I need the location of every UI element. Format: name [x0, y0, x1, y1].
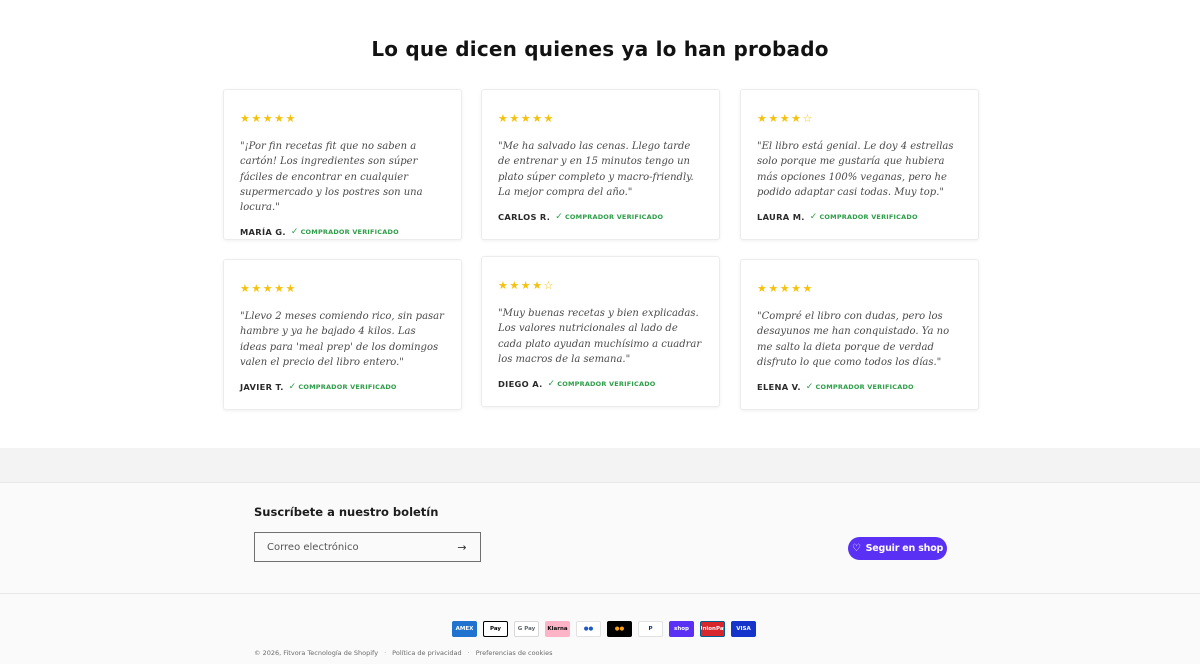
payment-methods: AMEX Pay G Pay Klarna ●● ●● P shop Union…: [452, 621, 756, 637]
arrow-right-icon: →: [457, 540, 467, 554]
check-icon: ✓: [805, 382, 814, 393]
newsletter-title: Suscríbete a nuestro boletín: [254, 505, 439, 519]
review-author-row: LAURA M. ✓ COMPRADOR VERIFICADO: [757, 211, 962, 223]
check-icon: ✓: [288, 382, 297, 393]
review-quote: "El libro está genial. Le doy 4 estrella…: [757, 141, 954, 198]
review-card: ★★★★☆ "Muy buenas recetas y bien explica…: [481, 256, 720, 407]
verified-label: COMPRADOR VERIFICADO: [564, 213, 664, 222]
verified-badge: ✓ COMPRADOR VERIFICADO: [291, 227, 399, 237]
review-card: ★★★★★ "Compré el libro con dudas, pero l…: [740, 259, 979, 410]
heart-icon: ♡: [851, 543, 861, 554]
visa-icon: VISA: [731, 621, 756, 637]
verified-label: COMPRADOR VERIFICADO: [300, 228, 399, 237]
privacy-policy-link[interactable]: Política de privacidad: [392, 649, 462, 657]
review-author-row: DIEGO A. ✓ COMPRADOR VERIFICADO: [498, 378, 703, 390]
mastercard-icon: ●●: [607, 621, 632, 637]
review-author-row: CARLOS R. ✓ COMPRADOR VERIFICADO: [498, 211, 703, 223]
reviews-section: Lo que dicen quienes ya lo han probado ★…: [0, 0, 1200, 448]
klarna-icon: Klarna: [545, 621, 570, 637]
check-icon: ✓: [809, 212, 818, 223]
footer-legal: © 2026, Fitvora Tecnología de Shopify · …: [254, 649, 553, 657]
review-quote: "Muy buenas recetas y bien explicadas. L…: [498, 308, 702, 365]
cookie-preferences-link[interactable]: Preferencias de cookies: [476, 649, 553, 657]
star-rating: ★★★★☆: [757, 112, 814, 125]
review-card: ★★★★★ "Me ha salvado las cenas. Llego ta…: [481, 89, 720, 240]
review-quote: "Compré el libro con dudas, pero los des…: [757, 311, 950, 368]
check-icon: ✓: [555, 212, 563, 223]
newsletter-submit-button[interactable]: →: [454, 539, 470, 555]
review-card: ★★★★★ "Llevo 2 meses comiendo rico, sin …: [223, 259, 462, 410]
check-icon: ✓: [547, 379, 556, 390]
apple-pay-icon: Pay: [483, 621, 508, 637]
verified-badge: ✓ COMPRADOR VERIFICADO: [555, 212, 663, 222]
paypal-icon: P: [638, 621, 663, 637]
shop-pay-icon: shop: [669, 621, 694, 637]
amex-icon: AMEX: [452, 621, 477, 637]
star-rating: ★★★★★: [240, 112, 297, 125]
star-rating: ★★★★★: [757, 282, 814, 295]
review-author: JAVIER T.: [240, 382, 284, 393]
verified-badge: ✓ COMPRADOR VERIFICADO: [806, 382, 914, 392]
review-author: MARÍA G.: [240, 227, 286, 238]
review-author-row: MARÍA G. ✓ COMPRADOR VERIFICADO: [240, 226, 445, 238]
check-icon: ✓: [290, 227, 299, 238]
section-divider-band: [0, 448, 1200, 482]
maestro-icon: ●●: [576, 621, 601, 637]
verified-label: COMPRADOR VERIFICADO: [819, 213, 918, 222]
review-card: ★★★★☆ "El libro está genial. Le doy 4 es…: [740, 89, 979, 240]
site-footer: Suscríbete a nuestro boletín → ♡ Seguir …: [0, 482, 1200, 664]
review-author-row: ELENA V. ✓ COMPRADOR VERIFICADO: [757, 381, 962, 393]
review-author: DIEGO A.: [498, 379, 543, 390]
verified-badge: ✓ COMPRADOR VERIFICADO: [548, 379, 656, 389]
verified-label: COMPRADOR VERIFICADO: [557, 380, 656, 389]
star-rating: ★★★★★: [240, 282, 297, 295]
star-rating: ★★★★☆: [498, 279, 555, 292]
verified-badge: ✓ COMPRADOR VERIFICADO: [289, 382, 397, 392]
verified-label: COMPRADOR VERIFICADO: [815, 383, 914, 392]
review-author: CARLOS R.: [498, 212, 551, 223]
follow-on-shop-button[interactable]: ♡ Seguir en shop: [848, 537, 947, 560]
review-quote: "Me ha salvado las cenas. Llego tarde de…: [498, 141, 694, 198]
copyright-text[interactable]: © 2026, Fitvora Tecnología de Shopify: [254, 649, 378, 657]
review-author: LAURA M.: [757, 212, 805, 223]
unionpay-icon: UnionPay: [700, 621, 725, 637]
review-author: ELENA V.: [757, 382, 801, 393]
star-rating: ★★★★★: [498, 112, 555, 125]
review-author-row: JAVIER T. ✓ COMPRADOR VERIFICADO: [240, 381, 445, 393]
verified-label: COMPRADOR VERIFICADO: [298, 383, 397, 392]
separator: ·: [384, 649, 387, 657]
separator: ·: [467, 649, 470, 657]
verified-badge: ✓ COMPRADOR VERIFICADO: [810, 212, 918, 222]
review-quote: "¡Por fin recetas fit que no saben a car…: [240, 141, 423, 214]
review-card: ★★★★★ "¡Por fin recetas fit que no saben…: [223, 89, 462, 240]
review-quote: "Llevo 2 meses comiendo rico, sin pasar …: [240, 311, 444, 368]
google-pay-icon: G Pay: [514, 621, 539, 637]
footer-divider: [0, 593, 1200, 594]
newsletter-form: →: [254, 532, 481, 562]
follow-on-shop-label: Seguir en shop: [865, 543, 944, 554]
reviews-title: Lo que dicen quienes ya lo han probado: [371, 37, 829, 61]
newsletter-email-input[interactable]: [267, 541, 454, 553]
